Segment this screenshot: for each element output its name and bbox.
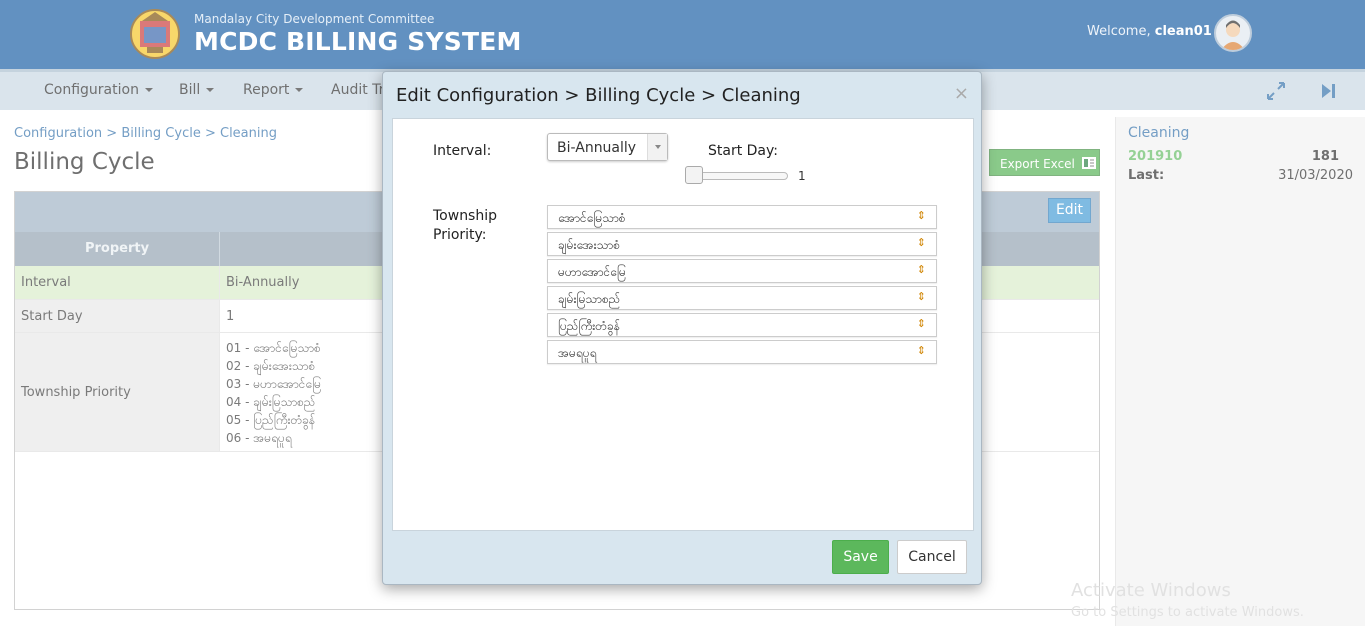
dialog-body: Interval: Bi-Annually Start Day: 1 Towns… bbox=[392, 118, 974, 531]
interval-select[interactable]: Bi-Annually bbox=[547, 133, 668, 161]
dialog-title: Edit Configuration > Billing Cycle > Cle… bbox=[396, 85, 801, 106]
priority-item-label: ချမ်းမြသာစည် bbox=[558, 292, 621, 306]
save-button[interactable]: Save bbox=[832, 540, 889, 574]
sort-handle-icon[interactable]: ⇕ bbox=[917, 344, 926, 357]
start-day-label: Start Day: bbox=[708, 143, 778, 159]
priority-item[interactable]: မဟာအောင်မြေ ⇕ bbox=[547, 259, 937, 283]
sort-handle-icon[interactable]: ⇕ bbox=[917, 236, 926, 249]
edit-configuration-dialog: Edit Configuration > Billing Cycle > Cle… bbox=[382, 71, 982, 585]
start-day-value: 1 bbox=[798, 169, 806, 183]
priority-item-label: ပြည်ကြီးတံခွန် bbox=[558, 319, 620, 333]
priority-item[interactable]: အမရပူရ ⇕ bbox=[547, 340, 937, 364]
sort-handle-icon[interactable]: ⇕ bbox=[917, 317, 926, 330]
priority-item-label: ချမ်းအေးသာစံ bbox=[558, 238, 620, 252]
priority-item-label: အောင်မြေသာစံ bbox=[558, 211, 626, 225]
interval-selected-value: Bi-Annually bbox=[557, 140, 637, 156]
priority-item-label: မဟာအောင်မြေ bbox=[558, 265, 626, 279]
priority-item[interactable]: အောင်မြေသာစံ ⇕ bbox=[547, 205, 937, 229]
interval-label: Interval: bbox=[433, 143, 492, 159]
close-icon[interactable]: × bbox=[954, 83, 969, 104]
township-label-line: Priority: bbox=[433, 227, 487, 243]
sort-handle-icon[interactable]: ⇕ bbox=[917, 209, 926, 222]
sort-handle-icon[interactable]: ⇕ bbox=[917, 263, 926, 276]
priority-item[interactable]: ချမ်းအေးသာစံ ⇕ bbox=[547, 232, 937, 256]
priority-item-label: အမရပူရ bbox=[558, 346, 597, 360]
township-label-line: Township bbox=[433, 208, 498, 224]
township-priority-label: Township Priority: bbox=[433, 207, 497, 245]
priority-item[interactable]: ပြည်ကြီးတံခွန် ⇕ bbox=[547, 313, 937, 337]
cancel-button[interactable]: Cancel bbox=[897, 540, 967, 574]
slider-handle[interactable] bbox=[685, 166, 703, 184]
priority-item[interactable]: ချမ်းမြသာစည် ⇕ bbox=[547, 286, 937, 310]
sort-handle-icon[interactable]: ⇕ bbox=[917, 290, 926, 303]
chevron-down-icon bbox=[647, 134, 667, 160]
